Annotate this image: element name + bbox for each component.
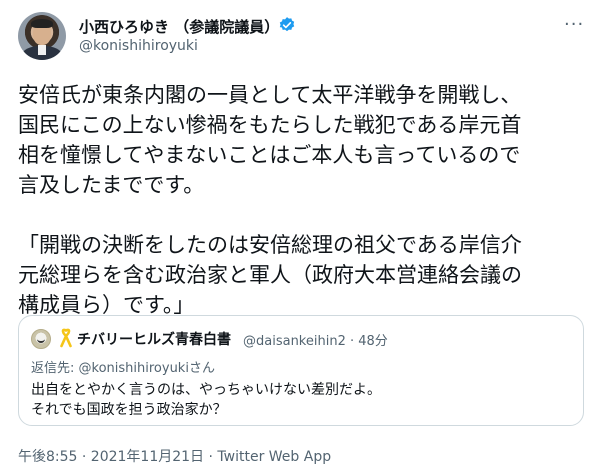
quoted-text-line: 出自をとやかく言うのは、やっちゃいけない差別だよ。 bbox=[31, 382, 381, 398]
author-name[interactable]: 小西ひろゆき （参議院議員） bbox=[79, 16, 279, 37]
tweet: 小西ひろゆき （参議院議員） @konishihiroyuki ··· 安倍氏が… bbox=[0, 0, 607, 476]
tweet-timestamp[interactable]: 午後8:55 · 2021年11月21日 · bbox=[18, 449, 217, 465]
tweet-line: 「開戦の決断をしたのは安倍総理の祖父である岸信介 bbox=[18, 233, 522, 257]
tweet-line: 元総理らを含む政治家と軍人（政府大本営連絡会議の bbox=[18, 263, 522, 287]
reply-prefix: 返信先: bbox=[31, 361, 79, 376]
source-app-link[interactable]: Twitter Web App bbox=[217, 449, 331, 465]
tweet-meta: 午後8:55 · 2021年11月21日 · Twitter Web App bbox=[18, 446, 331, 466]
reply-to-line: 返信先: @konishihiroyukiさん bbox=[31, 357, 215, 376]
tweet-line: 相を憧憬してやまないことはご本人も言っているので bbox=[18, 143, 521, 167]
quoted-tweet[interactable]: チバリーヒルズ青春白書 @daisankeihin2 · 48分 返信先: @k… bbox=[18, 315, 584, 426]
reply-suffix: さん bbox=[188, 361, 215, 376]
quoted-text: 出自をとやかく言うのは、やっちゃいけない差別だよ。 それでも国政を担う政治家か？ bbox=[31, 380, 381, 420]
quoted-text-line: それでも国政を担う政治家か？ bbox=[31, 402, 227, 418]
more-options-icon[interactable]: ··· bbox=[564, 14, 584, 35]
tweet-line: 国民にこの上ない惨禍をもたらした戦犯である岸元首 bbox=[18, 113, 522, 137]
author-avatar[interactable] bbox=[18, 12, 66, 60]
quoted-author-name[interactable]: チバリーヒルズ青春白書 bbox=[77, 329, 231, 349]
tweet-line: 安倍氏が東条内閣の一員として太平洋戦争を開戦し、 bbox=[18, 83, 522, 107]
quoted-avatar[interactable] bbox=[31, 329, 51, 349]
tweet-line: 言及したまでです。 bbox=[18, 173, 205, 197]
yellow-ribbon-icon bbox=[60, 328, 72, 348]
verified-badge-icon bbox=[279, 17, 295, 32]
tweet-text: 安倍氏が東条内閣の一員として太平洋戦争を開戦し、 国民にこの上ない惨禍をもたらし… bbox=[18, 80, 588, 320]
reply-mention-link[interactable]: @konishihiroyuki bbox=[79, 361, 189, 376]
author-handle[interactable]: @konishihiroyuki bbox=[79, 38, 198, 54]
quoted-handle-time[interactable]: @daisankeihin2 · 48分 bbox=[243, 330, 388, 349]
